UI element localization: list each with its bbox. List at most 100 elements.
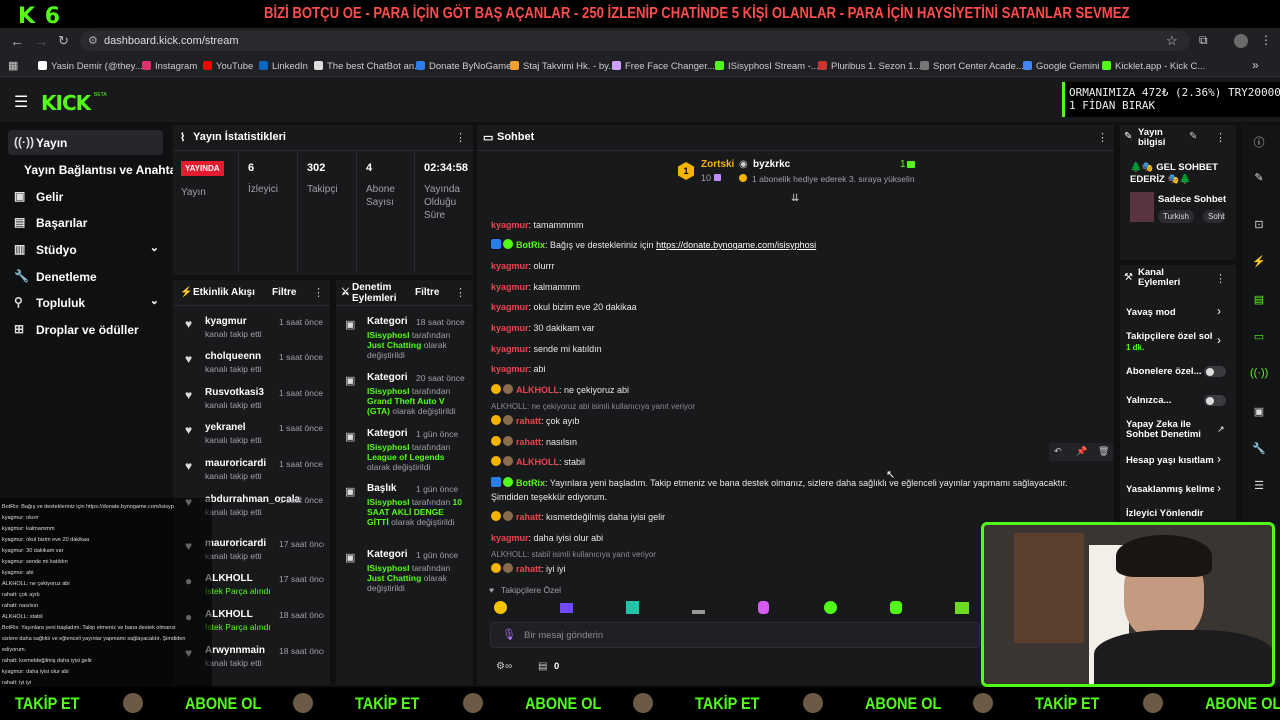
browser-menu-icon[interactable]: ⋮ <box>1260 33 1272 47</box>
reload-icon[interactable]: ↻ <box>58 33 69 49</box>
edit-icon[interactable]: ✎ <box>1189 131 1197 142</box>
emote[interactable] <box>890 601 902 614</box>
profile-avatar[interactable] <box>1234 34 1248 48</box>
chevron-right-icon[interactable]: › <box>1217 304 1221 318</box>
chat-username[interactable]: rahatt <box>516 437 541 447</box>
chat-username[interactable]: kyagmur <box>491 302 529 312</box>
bookmark[interactable]: Free Face Changer... <box>612 61 715 72</box>
chat-username[interactable]: kyagmur <box>491 533 529 543</box>
external-link-icon[interactable]: ↗ <box>1217 424 1225 435</box>
bookmark[interactable]: Google Gemini <box>1023 61 1099 72</box>
activity-filter-button[interactable]: Filtre <box>272 287 296 298</box>
bookmark[interactable]: LinkedIn <box>259 61 308 72</box>
bookmark[interactable]: The best ChatBot an... <box>314 61 422 72</box>
chevron-right-icon[interactable]: › <box>1217 452 1221 466</box>
chat-username[interactable]: kyagmur <box>491 323 529 333</box>
chat-username[interactable]: rahatt <box>516 416 541 426</box>
category-name[interactable]: Sadece Sohbet <box>1158 194 1226 205</box>
bookmark[interactable]: Yasin Demir (@they... <box>38 61 143 72</box>
site-info-icon[interactable]: ⚙ <box>88 34 98 47</box>
host-action[interactable]: İzleyici Yönlendir <box>1126 508 1214 519</box>
modlog-filter-button[interactable]: Filtre <box>415 287 439 298</box>
banned-words-action[interactable]: Yasaklanmış kelime <box>1126 484 1214 495</box>
emote[interactable] <box>494 601 507 614</box>
bookmark[interactable]: ISisyphosI Stream -... <box>715 61 819 72</box>
hamburger-menu-icon[interactable]: ☰ <box>14 92 28 112</box>
subs-only-toggle[interactable] <box>1204 366 1226 377</box>
bookmark[interactable]: YouTube <box>203 61 253 72</box>
chat-username[interactable]: kyagmur <box>491 261 529 271</box>
apps-icon[interactable]: ▦ <box>8 59 18 72</box>
top-gifter-name[interactable]: Zortski <box>701 159 734 170</box>
sidebar-item-studio[interactable]: ▥ Stüdyo ⌄ <box>8 237 163 262</box>
bookmark[interactable]: Instagram <box>142 61 197 72</box>
emote[interactable] <box>955 602 969 614</box>
store-icon[interactable]: ▤ <box>538 661 547 672</box>
info-menu-icon[interactable]: ⋮ <box>1215 131 1226 144</box>
emote[interactable] <box>560 603 573 613</box>
address-bar[interactable] <box>80 31 1190 51</box>
chat-link[interactable]: https://donate.bynogame.com/isisyphosi <box>656 240 816 250</box>
sidebar-item-drops[interactable]: ⊞ Droplar ve ödüller <box>8 317 163 342</box>
mic-icon[interactable]: 🎙 <box>502 628 516 641</box>
bookmark[interactable]: Kicklet.app - Kick C... <box>1102 61 1205 72</box>
chat-username[interactable]: kyagmur <box>491 282 529 292</box>
sidebar-item-achievements[interactable]: ▤ Başarılar <box>8 210 163 235</box>
account-age-action[interactable]: Hesap yaşı kısıtlam <box>1126 455 1214 466</box>
focus-icon[interactable]: ⊡ <box>1250 218 1268 236</box>
modlog-menu-icon[interactable]: ⋮ <box>455 286 466 299</box>
pin-icon[interactable]: 📌 <box>1076 446 1087 457</box>
stats-menu-icon[interactable]: ⋮ <box>455 131 466 144</box>
emote[interactable] <box>626 601 639 614</box>
chat-bubble-icon[interactable]: ▭ <box>1250 330 1268 348</box>
followers-only-action[interactable]: Takipçilere özel soh <box>1126 331 1212 342</box>
tag[interactable]: Sohb <box>1203 210 1225 223</box>
chat-username[interactable]: rahatt <box>516 564 541 574</box>
tag[interactable]: Turkish <box>1158 210 1194 223</box>
bookmark[interactable]: Staj Takvimi Hk. - by... <box>510 61 616 72</box>
modlog-actor[interactable]: ISisyphosI <box>367 442 410 452</box>
modlog-actor[interactable]: ISisyphosI <box>367 497 410 507</box>
extensions-icon[interactable]: ⧉ <box>1199 33 1208 48</box>
slow-mode-action[interactable]: Yavaş mod <box>1126 307 1176 318</box>
sidebar-item-stream[interactable]: ((·)) Yayın <box>8 130 163 155</box>
chat-username[interactable]: BotRix <box>516 240 545 250</box>
chat-username[interactable]: rahatt <box>516 512 541 522</box>
chat-username[interactable]: kyagmur <box>491 364 529 374</box>
activity-menu-icon[interactable]: ⋮ <box>313 286 324 299</box>
wrench-icon[interactable]: 🔧 <box>1250 442 1268 460</box>
modlog-actor[interactable]: ISisyphosI <box>367 563 410 573</box>
chevron-right-icon[interactable]: › <box>1217 333 1221 347</box>
list-icon[interactable]: ☰ <box>1250 479 1268 497</box>
bookmark[interactable]: Sport Center Acade... <box>920 61 1024 72</box>
more-bookmarks-icon[interactable]: » <box>1252 58 1259 72</box>
pencil-icon[interactable]: ✎ <box>1250 171 1268 189</box>
modlog-actor[interactable]: ISisyphosI <box>367 386 410 396</box>
sidebar-item-community[interactable]: ⚲ Topluluk ⌄ <box>8 290 163 315</box>
broadcast-icon[interactable]: ((·)) <box>1250 367 1268 385</box>
bolt-icon[interactable]: ⚡ <box>1250 255 1268 273</box>
modlog-actor[interactable]: ISisyphosI <box>367 330 410 340</box>
chat-menu-icon[interactable]: ⋮ <box>1097 131 1108 144</box>
emotes-only-toggle[interactable] <box>1204 395 1226 406</box>
category-thumbnail[interactable] <box>1130 192 1154 222</box>
sidebar-item-revenue[interactable]: ▣ Gelir <box>8 184 163 209</box>
emote[interactable] <box>692 610 705 614</box>
ai-moderation-action[interactable]: Yapay Zeka ile Sohbet Denetimi <box>1126 420 1206 440</box>
sidebar-item-stream-key[interactable]: Yayın Bağlantısı ve Anahtarı <box>8 157 184 182</box>
sidebar-item-moderation[interactable]: 🔧 Denetleme <box>8 264 163 289</box>
bookmark[interactable]: Pluribus 1. Sezon 1... <box>818 61 921 72</box>
chevron-right-icon[interactable]: › <box>1217 481 1221 495</box>
info-circle-icon[interactable]: ⓘ <box>1250 134 1268 152</box>
tv-icon[interactable]: ▣ <box>1250 405 1268 423</box>
bookmark[interactable]: Donate ByNoGame <box>416 61 511 72</box>
kick-logo[interactable]: KICK <box>41 91 91 115</box>
chat-username[interactable]: ALKHOLL <box>516 457 559 467</box>
bookmark-star-icon[interactable]: ☆ <box>1166 33 1178 49</box>
reply-icon[interactable]: ↶ <box>1054 446 1062 457</box>
emote[interactable] <box>758 601 769 614</box>
forward-icon[interactable]: → <box>34 33 48 49</box>
chat-username[interactable]: kyagmur <box>491 344 529 354</box>
actions-menu-icon[interactable]: ⋮ <box>1215 272 1226 285</box>
chat-username[interactable]: ALKHOLL <box>516 385 559 395</box>
